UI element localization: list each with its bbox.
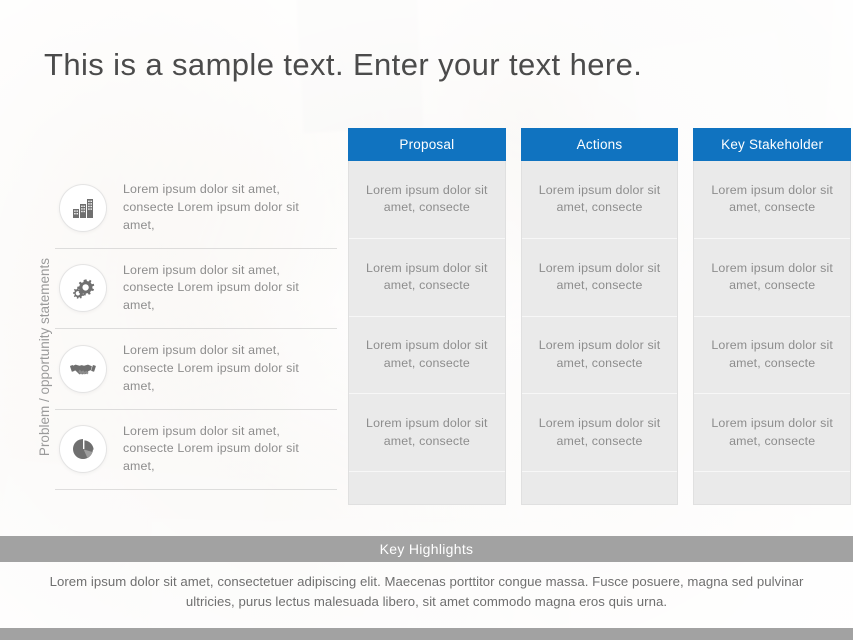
- table-cell-text: Lorem ipsum dolor sit amet, consecte: [538, 182, 661, 215]
- column-body: Lorem ipsum dolor sit amet, consecte Lor…: [520, 161, 679, 505]
- column-header-key-stakeholder[interactable]: Key Stakeholder: [693, 128, 852, 161]
- table-cell[interactable]: Lorem ipsum dolor sit amet, consecte: [349, 394, 505, 472]
- table-cell-text: Lorem ipsum dolor sit amet, consecte: [538, 416, 661, 448]
- gears-icon: [60, 265, 106, 312]
- table-cell[interactable]: Lorem ipsum dolor sit amet, consecte: [694, 317, 851, 395]
- table-cell-spacer: [349, 472, 505, 504]
- table-cell-text: Lorem ipsum dolor sit amet, consecte: [366, 260, 488, 293]
- handshake-icon: [60, 345, 106, 392]
- buildings-icon: [60, 184, 106, 231]
- table-cell-text: Lorem ipsum dolor sit amet, consecte: [366, 182, 488, 215]
- column-body: Lorem ipsum dolor sit amet, consecte Lor…: [693, 161, 852, 505]
- table-cell-text: Lorem ipsum dolor sit amet, consecte: [366, 416, 488, 448]
- table-cell-text: Lorem ipsum dolor sit amet, consecte: [711, 338, 833, 370]
- bottom-accent-bar: [0, 628, 853, 640]
- matrix-column-key-stakeholder: Key Stakeholder Lorem ipsum dolor sit am…: [693, 128, 852, 505]
- problem-row[interactable]: Lorem ipsum dolor sit amet, consecte Lor…: [55, 329, 337, 410]
- column-header-proposal[interactable]: Proposal: [348, 128, 506, 161]
- key-highlights-title-bar: Key Highlights: [0, 536, 853, 562]
- table-cell-text: Lorem ipsum dolor sit amet, consecte: [711, 182, 833, 215]
- problem-row[interactable]: Lorem ipsum dolor sit amet, consecte Lor…: [55, 249, 337, 329]
- problem-statements-column: Lorem ipsum dolor sit amet, consecte Lor…: [55, 168, 337, 504]
- table-cell[interactable]: Lorem ipsum dolor sit amet, consecte: [521, 317, 678, 395]
- table-cell[interactable]: Lorem ipsum dolor sit amet, consecte: [349, 239, 505, 317]
- matrix-table: Proposal Lorem ipsum dolor sit amet, con…: [348, 128, 852, 505]
- matrix-column-actions: Actions Lorem ipsum dolor sit amet, cons…: [520, 128, 679, 505]
- key-highlights-body: Lorem ipsum dolor sit amet, consectetuer…: [49, 574, 804, 609]
- problem-row-text: Lorem ipsum dolor sit amet, consecte Lor…: [123, 262, 299, 313]
- matrix-column-proposal: Proposal Lorem ipsum dolor sit amet, con…: [348, 128, 506, 505]
- table-cell[interactable]: Lorem ipsum dolor sit amet, consecte: [694, 239, 851, 317]
- problem-row-text: Lorem ipsum dolor sit amet, consecte Lor…: [123, 182, 299, 232]
- table-cell-text: Lorem ipsum dolor sit amet, consecte: [366, 338, 488, 370]
- table-cell[interactable]: Lorem ipsum dolor sit amet, consecte: [349, 161, 505, 239]
- table-cell[interactable]: Lorem ipsum dolor sit amet, consecte: [521, 394, 678, 472]
- table-cell-spacer: [522, 472, 678, 504]
- column-body: Lorem ipsum dolor sit amet, consecte Lor…: [348, 161, 506, 505]
- table-cell-text: Lorem ipsum dolor sit amet, consecte: [538, 338, 661, 370]
- table-cell-text: Lorem ipsum dolor sit amet, consecte: [711, 416, 833, 448]
- table-cell[interactable]: Lorem ipsum dolor sit amet, consecte: [349, 317, 505, 395]
- table-cell[interactable]: Lorem ipsum dolor sit amet, consecte: [521, 239, 678, 317]
- table-cell-text: Lorem ipsum dolor sit amet, consecte: [538, 260, 661, 293]
- table-cell[interactable]: Lorem ipsum dolor sit amet, consecte: [521, 161, 678, 239]
- slide-canvas: This is a sample text. Enter your text h…: [0, 0, 853, 640]
- table-cell-text: Lorem ipsum dolor sit amet, consecte: [711, 260, 833, 293]
- problem-row-text: Lorem ipsum dolor sit amet, consecte Lor…: [123, 343, 299, 393]
- vertical-axis-label: Problem / opportunity statements: [36, 257, 52, 457]
- column-header-actions[interactable]: Actions: [520, 128, 679, 161]
- problem-row[interactable]: Lorem ipsum dolor sit amet, consecte Lor…: [55, 168, 337, 249]
- slide-title: This is a sample text. Enter your text h…: [44, 47, 643, 82]
- table-cell-spacer: [694, 472, 850, 504]
- problem-row[interactable]: Lorem ipsum dolor sit amet, consecte Lor…: [55, 410, 337, 490]
- pie-chart-icon: [60, 426, 106, 473]
- table-cell[interactable]: Lorem ipsum dolor sit amet, consecte: [694, 161, 851, 239]
- table-cell[interactable]: Lorem ipsum dolor sit amet, consecte: [694, 394, 851, 472]
- problem-row-text: Lorem ipsum dolor sit amet, consecte Lor…: [123, 423, 299, 474]
